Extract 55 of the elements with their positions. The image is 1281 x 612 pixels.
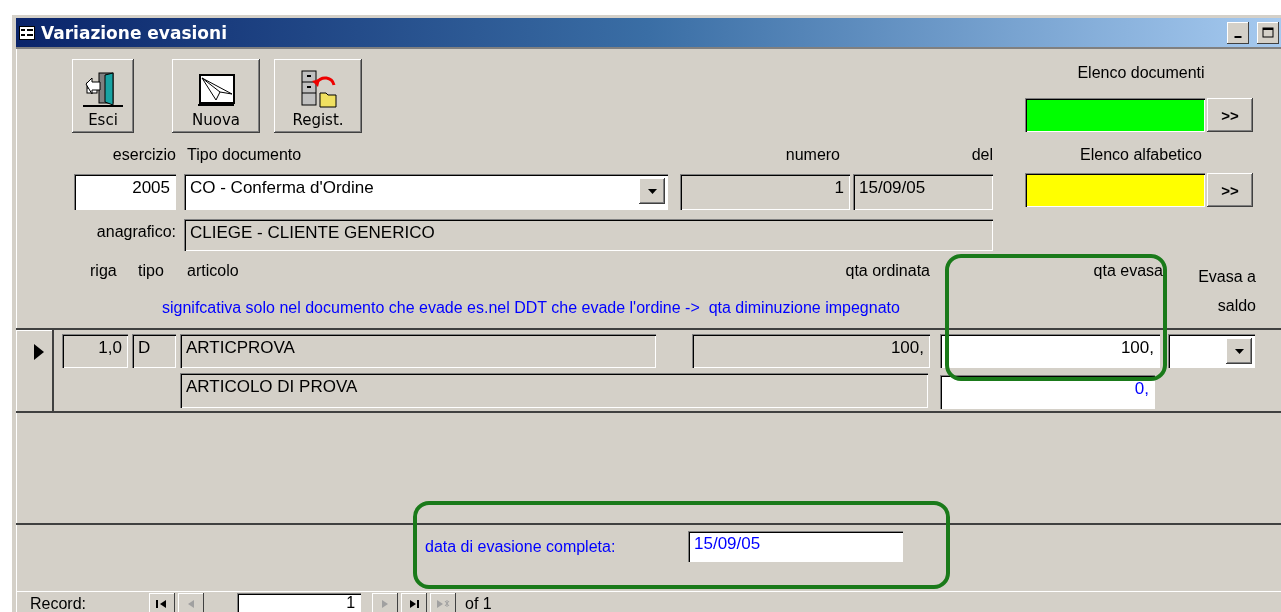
field-label: del xyxy=(970,146,993,164)
completion-date-field[interactable]: 15/09/05 xyxy=(688,531,903,562)
field-label: data di evasione completa: xyxy=(425,538,616,556)
minimize-icon xyxy=(1234,36,1242,38)
date-field: 15/09/05 xyxy=(853,174,993,210)
caret-icon xyxy=(647,188,657,194)
dropdown-button[interactable] xyxy=(639,178,665,204)
table-cell: 1,0 xyxy=(62,334,128,368)
column-header: tipo xyxy=(138,262,164,280)
form-icon xyxy=(19,25,35,40)
field-label: numero xyxy=(784,146,840,164)
customer-field: CLIEGE - CLIENTE GENERICO xyxy=(184,219,993,251)
new-button[interactable]: Nuova xyxy=(172,59,260,133)
column-header: Evasa a saldo xyxy=(1197,267,1256,316)
table-cell: ARTICOLO DI PROVA xyxy=(180,373,928,408)
hint-text: signifcativa solo nel documento che evade es.nel DDT che evade l'ordine -> qta diminuzione impegnato xyxy=(162,299,900,317)
window-title: Variazione evasioni xyxy=(41,22,228,43)
door-icon xyxy=(83,69,123,109)
record-selector[interactable] xyxy=(16,330,54,411)
maximize-icon xyxy=(1262,26,1274,39)
column-header: riga xyxy=(90,262,117,280)
caret-icon xyxy=(1234,348,1244,354)
last-record-icon xyxy=(407,599,422,609)
year-field[interactable]: 2005 xyxy=(74,174,176,210)
save-button[interactable]: Regist. xyxy=(274,59,362,133)
document-type-dropdown[interactable]: CO - Conferma d'Ordine xyxy=(184,174,668,210)
record-count: of 1 xyxy=(465,595,492,612)
lookup-label: Elenco alfabetico xyxy=(1079,146,1203,164)
number-field: 1 xyxy=(680,174,850,210)
lookup-label: Elenco documenti xyxy=(1076,64,1206,82)
record-label: Record: xyxy=(30,595,87,612)
open-list-button[interactable]: >> xyxy=(1207,98,1253,132)
table-cell: 100, xyxy=(692,334,930,368)
record-number-field[interactable]: 1 xyxy=(237,593,362,612)
quantity-field[interactable]: 100, xyxy=(940,334,1160,368)
table-cell: ARTICPROVA xyxy=(180,334,656,368)
maximize-button[interactable] xyxy=(1257,21,1279,44)
lookup-field[interactable] xyxy=(1025,173,1205,207)
first-record-button[interactable] xyxy=(149,593,176,612)
table-cell: D xyxy=(132,334,176,368)
column-header: qta ordinata xyxy=(844,262,930,280)
dropdown-button[interactable] xyxy=(1226,338,1252,364)
last-record-button[interactable] xyxy=(401,593,428,612)
open-list-button[interactable]: >> xyxy=(1207,173,1253,207)
new-record-icon xyxy=(436,599,451,609)
filing-cabinet-icon xyxy=(298,69,338,109)
minimize-button[interactable] xyxy=(1227,21,1249,44)
exit-button[interactable]: Esci xyxy=(72,59,134,133)
column-header: qta evasa xyxy=(1092,262,1163,280)
column-header: articolo xyxy=(187,262,239,280)
field-label: Tipo documento xyxy=(187,146,302,164)
field-label: anagrafico: xyxy=(95,223,176,241)
lookup-field[interactable] xyxy=(1025,98,1205,132)
field-label: esercizio xyxy=(111,146,176,164)
settled-dropdown[interactable] xyxy=(1168,334,1255,368)
